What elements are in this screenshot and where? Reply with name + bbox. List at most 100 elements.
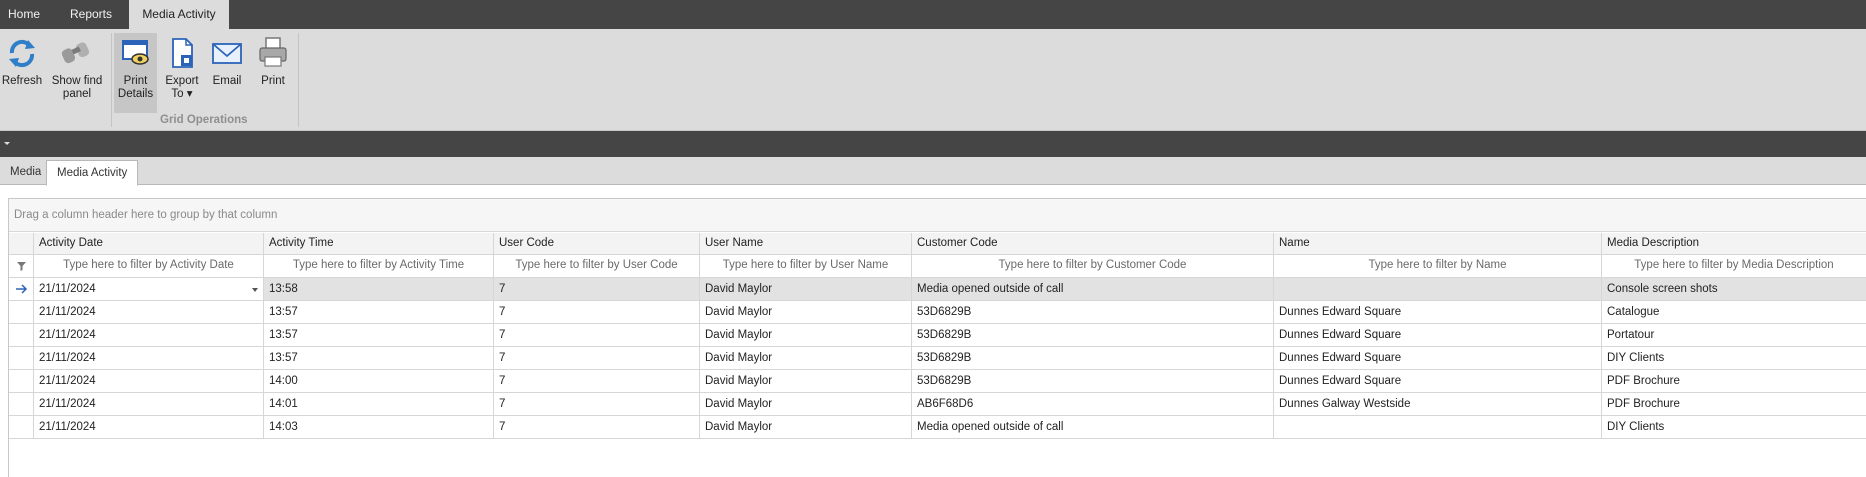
tab-reports[interactable]: Reports	[60, 0, 122, 29]
cell-customer-code[interactable]: Media opened outside of call	[912, 416, 1274, 439]
refresh-button[interactable]: Refresh	[0, 33, 44, 113]
cell-media-description[interactable]: PDF Brochure	[1602, 370, 1866, 393]
cell-user-code[interactable]: 7	[494, 347, 700, 370]
cell-activity-date[interactable]: 21/11/2024	[34, 416, 264, 439]
cell-user-code[interactable]: 7	[494, 324, 700, 347]
row-indicator	[9, 416, 34, 439]
cell-media-description[interactable]: Portatour	[1602, 324, 1866, 347]
filter-name[interactable]: Type here to filter by Name	[1274, 255, 1602, 278]
cell-user-name[interactable]: David Maylor	[700, 393, 912, 416]
cell-user-name[interactable]: David Maylor	[700, 278, 912, 301]
cell-name[interactable]: Dunnes Edward Square	[1274, 324, 1602, 347]
cell-name[interactable]: Dunnes Galway Westside	[1274, 393, 1602, 416]
row-indicator	[9, 393, 34, 416]
cell-name[interactable]	[1274, 278, 1602, 301]
cell-activity-date[interactable]: 21/11/2024	[34, 301, 264, 324]
show-find-panel-button[interactable]: Show find panel	[48, 33, 106, 113]
cell-name[interactable]: Dunnes Edward Square	[1274, 301, 1602, 324]
table-row[interactable]: 21/11/2024 14:03 7 David Maylor Media op…	[9, 416, 1866, 439]
cell-activity-time[interactable]: 13:57	[264, 324, 494, 347]
cell-customer-code[interactable]: AB6F68D6	[912, 393, 1274, 416]
tab-media-activity[interactable]: Media Activity	[129, 0, 229, 29]
cell-activity-date[interactable]: 21/11/2024	[34, 347, 264, 370]
email-button[interactable]: Email	[207, 33, 247, 113]
cell-user-code[interactable]: 7	[494, 278, 700, 301]
table-row[interactable]: 21/11/2024 13:57 7 David Maylor 53D6829B…	[9, 301, 1866, 324]
ribbon: Refresh Show find panel Print Details Ex…	[0, 29, 1866, 131]
cell-activity-date: 21/11/2024	[39, 283, 96, 295]
show-find-label-1: Show find	[51, 75, 103, 87]
email-label: Email	[212, 75, 242, 87]
cell-customer-code[interactable]: 53D6829B	[912, 370, 1274, 393]
column-header-customer-code[interactable]: Customer Code	[912, 233, 1274, 255]
cell-media-description[interactable]: Console screen shots	[1602, 278, 1866, 301]
filter-media-description[interactable]: Type here to filter by Media Description	[1602, 255, 1866, 278]
column-header-user-name[interactable]: User Name	[700, 233, 912, 255]
chevron-down-icon[interactable]	[4, 142, 10, 145]
table-row[interactable]: 21/11/2024 14:00 7 David Maylor 53D6829B…	[9, 370, 1866, 393]
cell-activity-date[interactable]: 21/11/2024	[34, 324, 264, 347]
cell-media-description[interactable]: Catalogue	[1602, 301, 1866, 324]
column-header-user-code[interactable]: User Code	[494, 233, 700, 255]
chevron-down-icon: ▾	[186, 88, 193, 100]
cell-media-description[interactable]: DIY Clients	[1602, 416, 1866, 439]
chevron-down-icon[interactable]	[252, 288, 258, 292]
row-indicator	[9, 347, 34, 370]
cell-activity-date-editor[interactable]: 21/11/2024	[34, 278, 264, 301]
cell-activity-date[interactable]: 21/11/2024	[34, 370, 264, 393]
column-header-media-description[interactable]: Media Description	[1602, 233, 1866, 255]
column-header-activity-time[interactable]: Activity Time	[264, 233, 494, 255]
cell-media-description[interactable]: PDF Brochure	[1602, 393, 1866, 416]
cell-user-name[interactable]: David Maylor	[700, 416, 912, 439]
export-label-2: To ▾	[171, 88, 193, 100]
cell-activity-time[interactable]: 13:57	[264, 347, 494, 370]
top-tab-strip: Home Reports Media Activity	[0, 0, 1866, 29]
envelope-icon	[212, 43, 242, 64]
print-button[interactable]: Print	[253, 33, 293, 113]
cell-customer-code[interactable]: 53D6829B	[912, 301, 1274, 324]
column-header-name[interactable]: Name	[1274, 233, 1602, 255]
cell-activity-time[interactable]: 13:57	[264, 301, 494, 324]
print-details-label-1: Print	[123, 75, 148, 87]
tab-home[interactable]: Home	[0, 0, 48, 29]
group-by-panel[interactable]: Drag a column header here to group by th…	[9, 199, 1866, 232]
cell-activity-time[interactable]: 14:00	[264, 370, 494, 393]
row-indicator	[9, 324, 34, 347]
filter-activity-time[interactable]: Type here to filter by Activity Time	[264, 255, 494, 278]
cell-activity-time[interactable]: 13:58	[264, 278, 494, 301]
cell-name[interactable]	[1274, 416, 1602, 439]
cell-customer-code[interactable]: Media opened outside of call	[912, 278, 1274, 301]
filter-user-name[interactable]: Type here to filter by User Name	[700, 255, 912, 278]
tab-media[interactable]: Media	[0, 160, 51, 186]
column-header-activity-date[interactable]: Activity Date	[34, 233, 264, 255]
cell-user-code[interactable]: 7	[494, 301, 700, 324]
table-row[interactable]: 21/11/2024 14:01 7 David Maylor AB6F68D6…	[9, 393, 1866, 416]
cell-customer-code[interactable]: 53D6829B	[912, 324, 1274, 347]
table-row[interactable]: 21/11/2024 13:57 7 David Maylor 53D6829B…	[9, 324, 1866, 347]
filter-customer-code[interactable]: Type here to filter by Customer Code	[912, 255, 1274, 278]
print-details-button[interactable]: Print Details	[114, 33, 157, 113]
table-row[interactable]: 21/11/2024 13:58 7 David Maylor Media op…	[9, 278, 1866, 301]
filter-user-code[interactable]: Type here to filter by User Code	[494, 255, 700, 278]
row-indicator	[9, 278, 34, 301]
export-to-button[interactable]: Export To ▾	[161, 33, 203, 113]
tab-media-activity-doc[interactable]: Media Activity	[46, 160, 139, 186]
cell-customer-code[interactable]: 53D6829B	[912, 347, 1274, 370]
cell-media-description[interactable]: DIY Clients	[1602, 347, 1866, 370]
cell-name[interactable]: Dunnes Edward Square	[1274, 347, 1602, 370]
cell-user-code[interactable]: 7	[494, 416, 700, 439]
cell-activity-time[interactable]: 14:01	[264, 393, 494, 416]
cell-user-name[interactable]: David Maylor	[700, 370, 912, 393]
cell-user-name[interactable]: David Maylor	[700, 301, 912, 324]
cell-activity-time[interactable]: 14:03	[264, 416, 494, 439]
cell-user-name[interactable]: David Maylor	[700, 347, 912, 370]
cell-user-code[interactable]: 7	[494, 393, 700, 416]
cell-user-code[interactable]: 7	[494, 370, 700, 393]
table-row[interactable]: 21/11/2024 13:57 7 David Maylor 53D6829B…	[9, 347, 1866, 370]
refresh-icon	[9, 39, 35, 68]
cell-name[interactable]: Dunnes Edward Square	[1274, 370, 1602, 393]
cell-activity-date[interactable]: 21/11/2024	[34, 393, 264, 416]
row-indicator-header	[9, 233, 34, 255]
filter-activity-date[interactable]: Type here to filter by Activity Date	[34, 255, 264, 278]
cell-user-name[interactable]: David Maylor	[700, 324, 912, 347]
